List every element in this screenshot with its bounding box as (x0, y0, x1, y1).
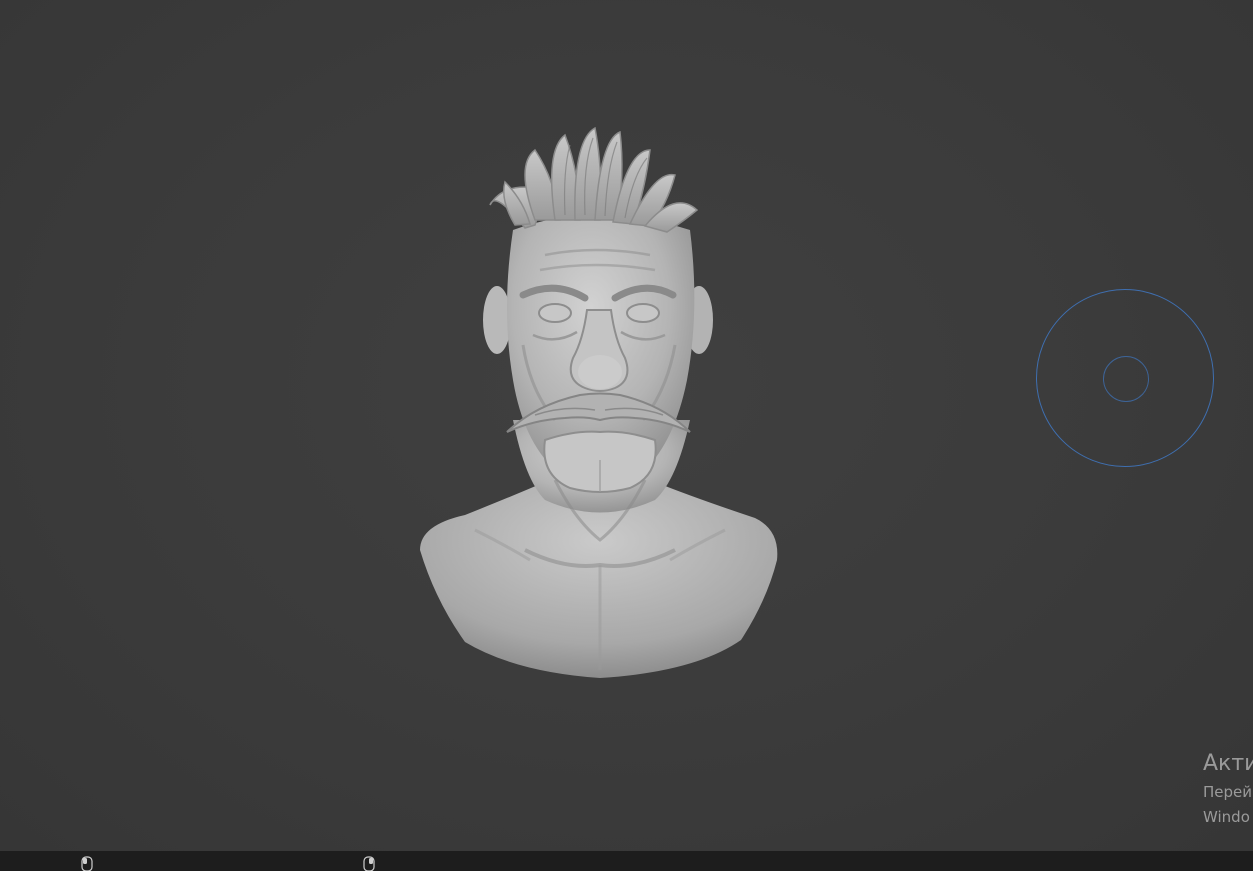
sculpt-model[interactable] (405, 120, 795, 690)
activation-line-1: Перей (1203, 783, 1253, 801)
left-ear (483, 286, 511, 354)
right-eye (626, 303, 660, 323)
mouse-left-icon (81, 856, 93, 871)
activation-title: Акти (1203, 751, 1253, 776)
left-eye (538, 303, 572, 323)
mouse-right-icon (363, 856, 375, 871)
windows-activation-watermark: Акти Перей Windo (1203, 748, 1253, 830)
activation-line-2: Windo (1203, 808, 1250, 826)
brush-strength-circle (1103, 356, 1149, 402)
hair (489, 126, 699, 233)
status-bar (0, 851, 1253, 871)
3d-viewport[interactable]: Акти Перей Windo (0, 0, 1253, 851)
